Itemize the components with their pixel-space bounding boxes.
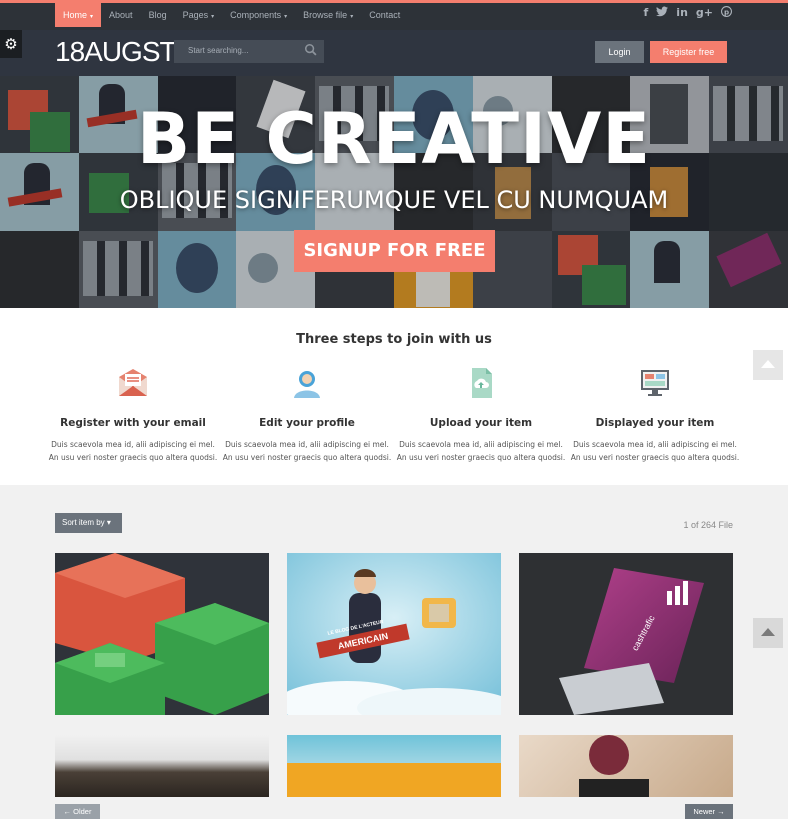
- login-button[interactable]: Login: [595, 41, 644, 63]
- step-display: Displayed your item Duis scaevola mea id…: [560, 366, 750, 464]
- step-register: Register with your email Duis scaevola m…: [38, 366, 228, 464]
- search-placeholder: Start searching...: [188, 46, 249, 55]
- step-profile: Edit your profile Duis scaevola mea id, …: [212, 366, 402, 464]
- step-description: Duis scaevola mea id, alii adipiscing ei…: [51, 440, 215, 449]
- facebook-icon[interactable]: f: [644, 6, 649, 20]
- signup-button[interactable]: SIGNUP FOR FREE: [294, 230, 495, 272]
- card-image: [55, 553, 269, 715]
- monitor-icon: [641, 370, 669, 396]
- gear-icon[interactable]: ⚙: [0, 30, 22, 58]
- gallery-card[interactable]: [519, 735, 733, 797]
- google-plus-icon[interactable]: g+: [696, 6, 713, 20]
- nav-item-pages[interactable]: Pages ▾: [175, 3, 223, 27]
- step-description: Duis scaevola mea id, alii adipiscing ei…: [573, 440, 737, 449]
- step-title: Register with your email: [60, 417, 206, 429]
- gallery-card[interactable]: [287, 735, 501, 797]
- step-title: Upload your item: [429, 417, 533, 429]
- scroll-top-button[interactable]: [753, 618, 783, 648]
- gallery-card[interactable]: [55, 735, 269, 797]
- gallery-card[interactable]: LE BLOG DE L'ACTEUR AMERICAIN: [287, 553, 501, 715]
- step-description: An usu veri noster graecis quo altera qu…: [570, 453, 740, 462]
- card-image: [579, 779, 649, 797]
- gallery-card[interactable]: cashtrafic: [519, 553, 733, 715]
- social-links: f in g+ p: [644, 6, 732, 20]
- nav-item-home[interactable]: Home ▾: [55, 3, 102, 27]
- nav-item-contact[interactable]: Contact: [361, 3, 408, 27]
- scroll-top-button[interactable]: [753, 350, 783, 380]
- newer-button[interactable]: Newer →: [685, 804, 733, 819]
- user-icon: [294, 371, 320, 398]
- register-button[interactable]: Register free: [650, 41, 727, 63]
- file-count: 1 of 264 File: [683, 520, 733, 530]
- envelope-icon: [119, 369, 147, 396]
- nav-item-blog[interactable]: Blog: [141, 3, 175, 27]
- hero-title: BE CREATIVE: [136, 98, 652, 180]
- svg-text:p: p: [724, 7, 729, 16]
- chevron-down-icon: ▾: [350, 14, 354, 20]
- chevron-down-icon: ▾: [211, 14, 215, 20]
- chevron-down-icon: ▾: [90, 14, 94, 20]
- step-upload: Upload your item Duis scaevola mea id, a…: [386, 366, 576, 464]
- older-button[interactable]: ← Older: [55, 804, 100, 819]
- step-description: Duis scaevola mea id, alii adipiscing ei…: [225, 440, 389, 449]
- step-description: Duis scaevola mea id, alii adipiscing ei…: [399, 440, 563, 449]
- steps-section: Three steps to join with us Register wit…: [0, 308, 788, 485]
- step-title: Edit your profile: [259, 417, 355, 429]
- sort-dropdown[interactable]: Sort item by ▾: [55, 513, 122, 533]
- card-image: [519, 553, 733, 715]
- search-input[interactable]: Start searching...: [174, 40, 324, 63]
- site-header: ⚙ 18AUGST Start searching... Login Regis…: [0, 30, 788, 76]
- hero-subtitle: OBLIQUE SIGNIFERUMQUE VEL CU NUMQUAM: [119, 186, 669, 214]
- top-navigation: Home ▾ About Blog Pages ▾ Components ▾ Brow…: [0, 0, 788, 30]
- step-title: Displayed your item: [595, 417, 715, 429]
- pinterest-icon[interactable]: p: [721, 6, 732, 20]
- nav-item-about[interactable]: About: [101, 3, 141, 27]
- card-image: [589, 735, 629, 775]
- linkedin-icon[interactable]: in: [676, 6, 688, 20]
- twitter-icon[interactable]: [656, 6, 669, 20]
- upload-file-icon: [472, 368, 492, 398]
- step-description: An usu veri noster graecis quo altera qu…: [222, 453, 392, 462]
- site-logo[interactable]: 18AUGST: [55, 36, 177, 68]
- gallery-card[interactable]: [55, 553, 269, 715]
- steps-heading: Three steps to join with us: [296, 332, 492, 347]
- main-menu: Home ▾ About Blog Pages ▾ Components ▾ Brow…: [55, 3, 408, 30]
- chevron-down-icon: ▾: [284, 14, 288, 20]
- step-description: An usu veri noster graecis quo altera qu…: [396, 453, 566, 462]
- step-description: An usu veri noster graecis quo altera qu…: [48, 453, 218, 462]
- search-icon[interactable]: [304, 43, 318, 57]
- nav-item-browse-file[interactable]: Browse file ▾: [295, 3, 361, 27]
- hero-banner: BE CREATIVE OBLIQUE SIGNIFERUMQUE VEL CU…: [0, 76, 788, 308]
- nav-item-components[interactable]: Components ▾: [222, 3, 295, 27]
